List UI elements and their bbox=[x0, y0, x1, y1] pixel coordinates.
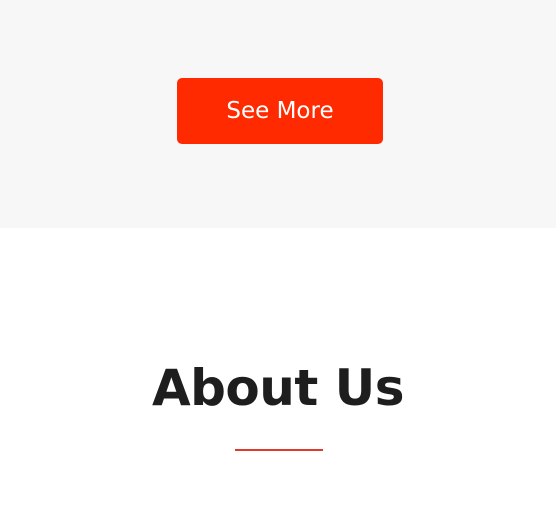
see-more-section: See More bbox=[0, 0, 556, 228]
title-underline-divider bbox=[235, 449, 323, 451]
page: See More About Us bbox=[0, 0, 556, 510]
about-us-section: About Us bbox=[0, 228, 556, 510]
see-more-button[interactable]: See More bbox=[177, 78, 383, 144]
about-us-title: About Us bbox=[151, 359, 405, 417]
